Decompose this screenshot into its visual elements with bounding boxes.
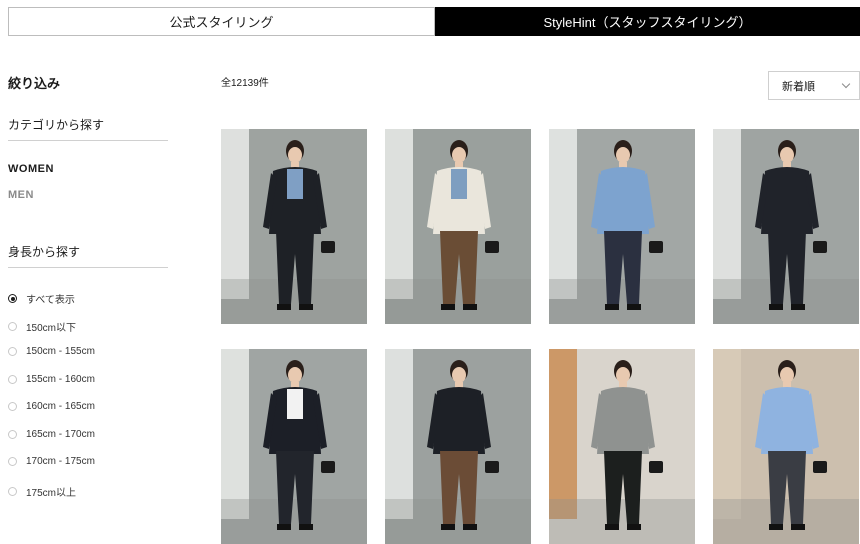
height-option-label: 170cm - 175cm	[26, 456, 95, 467]
radio-icon[interactable]	[8, 294, 17, 303]
chevron-down-icon	[841, 79, 851, 89]
radio-icon[interactable]	[8, 321, 17, 331]
sort-value: 新着順	[782, 80, 815, 93]
height-option[interactable]: 165cm - 170cm	[8, 429, 95, 440]
styling-photo-card[interactable]	[549, 129, 695, 324]
filter-title: 絞り込み	[8, 76, 61, 91]
radio-icon[interactable]	[8, 402, 17, 411]
tab-official-styling[interactable]: 公式スタイリング	[8, 7, 435, 36]
height-option[interactable]: すべて表示	[8, 291, 75, 306]
category-heading: カテゴリから探す	[8, 118, 105, 132]
styling-photo	[549, 129, 695, 324]
tab-stylehint[interactable]: StyleHint（スタッフスタイリング）	[435, 7, 860, 36]
height-option[interactable]: 155cm - 160cm	[8, 374, 95, 385]
height-option-label: 150cm以下	[26, 322, 77, 334]
radio-icon[interactable]	[8, 429, 17, 439]
gender-women[interactable]: WOMEN	[8, 163, 54, 175]
height-heading: 身長から探す	[8, 245, 81, 259]
sort-select[interactable]: 新着順	[768, 71, 860, 100]
radio-icon[interactable]	[8, 347, 17, 356]
styling-photo-card[interactable]	[221, 349, 367, 544]
styling-photo	[221, 349, 367, 544]
gender-men[interactable]: MEN	[8, 189, 34, 201]
styling-photo	[713, 129, 859, 324]
styling-photo-card[interactable]	[713, 349, 859, 544]
styling-photo-card[interactable]	[385, 129, 531, 324]
result-count: 全12139件	[221, 78, 269, 89]
radio-icon[interactable]	[8, 374, 17, 384]
styling-photo-card[interactable]	[221, 129, 367, 324]
height-option-label: 150cm - 155cm	[26, 346, 95, 357]
category-divider	[8, 140, 168, 141]
styling-tabs: 公式スタイリング StyleHint（スタッフスタイリング）	[8, 7, 860, 36]
height-option[interactable]: 175cm以上	[8, 484, 76, 499]
styling-photo	[713, 349, 859, 544]
styling-photo	[385, 129, 531, 324]
radio-icon[interactable]	[8, 457, 17, 466]
radio-icon[interactable]	[8, 486, 17, 496]
styling-photo	[385, 349, 531, 544]
height-option-label: 155cm - 160cm	[26, 373, 95, 385]
height-option[interactable]: 160cm - 165cm	[8, 401, 95, 412]
styling-photo-card[interactable]	[385, 349, 531, 544]
height-divider	[8, 267, 168, 268]
height-option-label: 165cm - 170cm	[26, 428, 95, 440]
styling-photo	[221, 129, 367, 324]
height-option[interactable]: 150cm以下	[8, 319, 76, 334]
height-option-label: すべて表示	[26, 295, 75, 306]
styling-photo-card[interactable]	[549, 349, 695, 544]
height-option-label: 160cm - 165cm	[26, 401, 95, 412]
styling-photo	[549, 349, 695, 544]
height-option[interactable]: 170cm - 175cm	[8, 456, 95, 467]
height-option-label: 175cm以上	[26, 487, 77, 499]
styling-photo-card[interactable]	[713, 129, 859, 324]
height-option[interactable]: 150cm - 155cm	[8, 346, 95, 357]
